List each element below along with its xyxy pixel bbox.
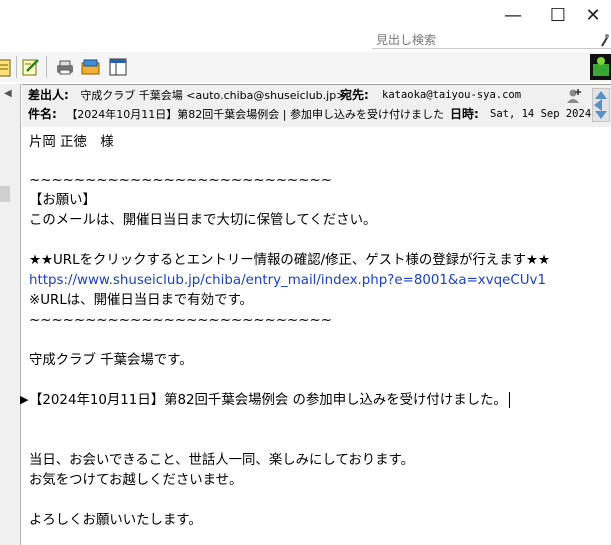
from-row: 差出人: 守成クラブ 千葉会場 <auto.chiba@shuseiclub.j…: [28, 86, 521, 104]
regards-text: よろしくお願いいたします。: [29, 513, 202, 528]
collapse-arrow-icon[interactable]: ◀: [4, 88, 12, 99]
app-logo-icon: [590, 54, 611, 80]
entry-url-link[interactable]: https://www.shuseiclub.jp/chiba/entry_ma…: [29, 271, 546, 291]
header-search[interactable]: 見出し検索: [372, 29, 611, 49]
search-placeholder: 見出し検索: [376, 33, 437, 47]
greeting: 片岡 正徳 様: [29, 135, 114, 150]
message-nav-icon[interactable]: [592, 88, 610, 122]
search-icon[interactable]: [601, 33, 609, 47]
from-label: 差出人:: [28, 88, 69, 102]
left-gutter: ◀: [0, 84, 21, 545]
message-body[interactable]: 片岡 正徳 様 ~~~~~~~~~~~~~~~~~~~~~~~~~~~ 【お願い…: [20, 127, 611, 545]
subject-row: 件名: 【2024年10月11日】第82回千葉会場例会 | 参加申し込みを受け付…: [28, 105, 610, 123]
subject-value: 【2024年10月11日】第82回千葉会場例会 | 参加申し込みを受け付けました: [66, 108, 444, 121]
caret-marker-icon: ▶: [20, 393, 29, 406]
url-validity-note: ※URLは、開催日当日まで有効です。: [29, 293, 253, 308]
gutter-marker: [0, 186, 10, 202]
accepted-line: 【2024年10月11日】第82回千葉会場例会 の参加申し込みを受け付けました。: [29, 391, 510, 411]
minimize-button[interactable]: —: [490, 2, 536, 28]
club-intro: 守成クラブ 千葉会場です。: [29, 353, 193, 368]
edit-note-icon[interactable]: [21, 57, 41, 77]
subject-label: 件名:: [28, 107, 57, 121]
date-label: 日時:: [450, 107, 479, 121]
request-text: このメールは、開催日当日まで大切に保管してください。: [29, 213, 377, 228]
print-icon[interactable]: [55, 57, 75, 77]
to-label: 宛先:: [340, 88, 369, 102]
meet-text: 当日、お会いできること、世話人一同、楽しみにしております。: [29, 453, 414, 468]
folder-icon[interactable]: [81, 57, 101, 77]
toolbar-separator: [46, 56, 47, 78]
request-title: 【お願い】: [29, 193, 96, 208]
take-care-text: お気をつけてお越しくださいませ。: [29, 473, 243, 488]
notepad-icon[interactable]: [0, 57, 14, 77]
close-button[interactable]: ✕: [575, 2, 611, 28]
accepted-text: 【2024年10月11日】第82回千葉会場例会 の参加申し込みを受け付けました。: [29, 393, 507, 408]
toolbar-separator: [16, 56, 17, 78]
url-note: ★★URLをクリックするとエントリー情報の確認/修正、ゲスト様の登録が行えます★…: [29, 253, 550, 268]
tilde-separator: ~~~~~~~~~~~~~~~~~~~~~~~~~~~: [29, 313, 332, 328]
tilde-separator: ~~~~~~~~~~~~~~~~~~~~~~~~~~~: [29, 173, 332, 188]
from-value[interactable]: 守成クラブ 千葉会場 <auto.chiba@shuseiclub.jp>: [80, 89, 345, 102]
window-layout-icon[interactable]: [108, 57, 128, 77]
text-caret: [508, 392, 510, 408]
message-header: 差出人: 守成クラブ 千葉会場 <auto.chiba@shuseiclub.j…: [22, 84, 611, 128]
add-contact-icon[interactable]: [566, 88, 582, 104]
search-underline: [372, 48, 611, 49]
to-value[interactable]: kataoka@taiyou-sya.com: [382, 86, 521, 104]
toolbar: [0, 52, 611, 82]
